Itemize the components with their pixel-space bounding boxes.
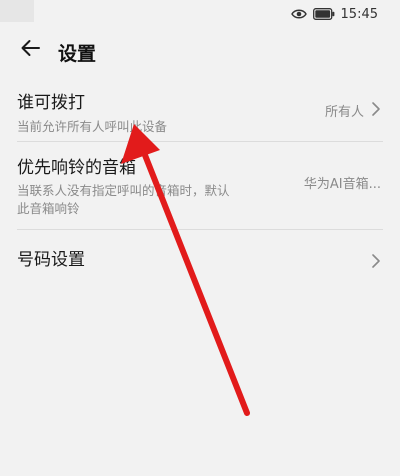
setting-value: 所有人 — [324, 105, 364, 120]
chevron-right-icon — [370, 101, 382, 117]
eye-icon — [290, 8, 307, 20]
setting-who-can-call[interactable]: 谁可拨打 当前允许所有人呼叫此设备 所有人 — [0, 74, 400, 142]
app-header: 设置 — [0, 28, 400, 74]
setting-title: 号码设置 — [17, 250, 85, 270]
status-time: 15:45 — [340, 6, 378, 22]
page-title: 设置 — [58, 43, 97, 65]
settings-list: 谁可拨打 当前允许所有人呼叫此设备 所有人 优先响铃的音箱 当联系人没有指定呼叫… — [0, 74, 400, 290]
setting-number[interactable]: 号码设置 — [0, 230, 400, 290]
status-bar: 15:45 — [0, 0, 400, 28]
setting-title: 优先响铃的音箱 — [17, 158, 136, 178]
setting-priority-speaker[interactable]: 优先响铃的音箱 当联系人没有指定呼叫的音箱时，默认此音箱响铃 华为AI音箱... — [0, 142, 400, 230]
status-bar-left-blank — [0, 0, 34, 22]
setting-subtitle: 当前允许所有人呼叫此设备 — [17, 119, 168, 134]
setting-title: 谁可拨打 — [17, 93, 85, 113]
battery-icon — [312, 8, 335, 20]
setting-subtitle: 当联系人没有指定呼叫的音箱时，默认此音箱响铃 — [17, 183, 230, 216]
back-button[interactable] — [18, 38, 42, 62]
arrow-left-icon — [20, 39, 40, 61]
chevron-right-icon — [370, 253, 382, 269]
setting-value: 华为AI音箱... — [303, 177, 381, 192]
status-icons: 15:45 — [290, 5, 378, 23]
